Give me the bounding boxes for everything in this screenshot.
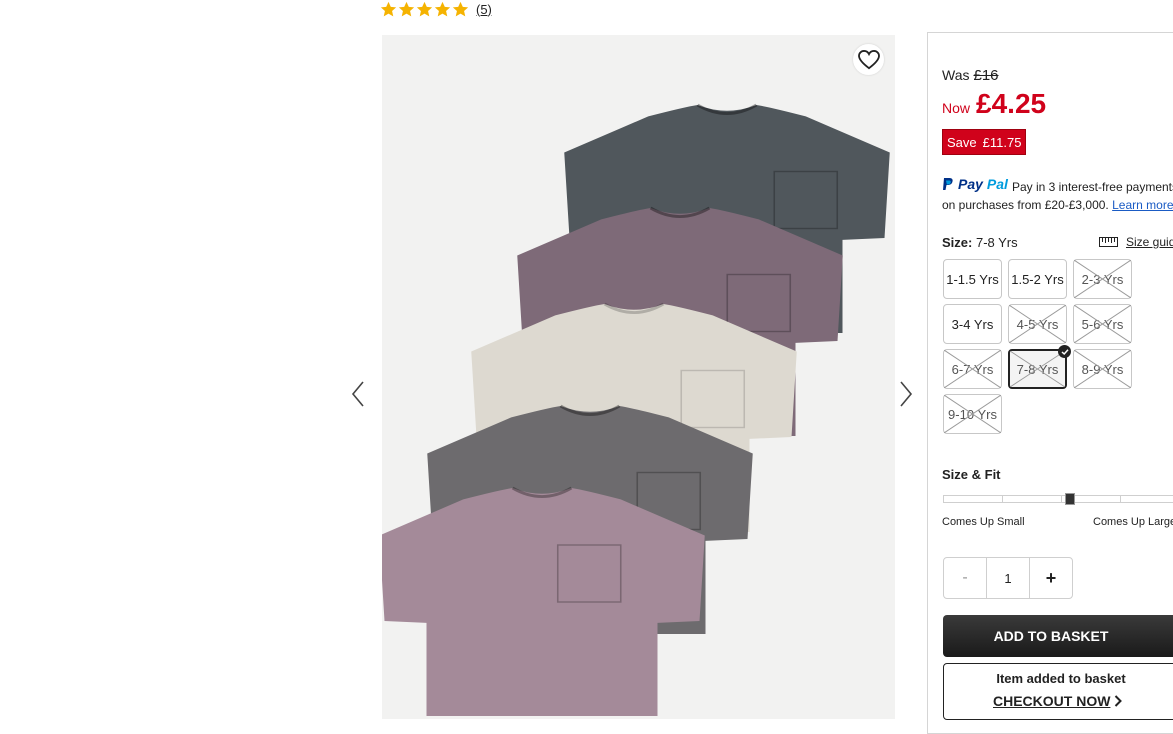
now-value: £4.25 (976, 88, 1047, 119)
rating: (5) (380, 0, 492, 18)
paypal-message: Pay Pal Pay in 3 interest-free payments o… (942, 175, 1173, 214)
save-label: Save (947, 134, 977, 150)
quantity-increase-button[interactable]: + (1030, 558, 1072, 598)
selected-check-icon (1058, 345, 1071, 358)
chevron-left-icon (351, 381, 364, 407)
paypal-logo: Pay Pal (942, 175, 1008, 193)
selected-size: 7-8 Yrs (975, 235, 1018, 250)
unavailable-cross-icon (1074, 260, 1131, 298)
size-option[interactable]: 6-7 Yrs (943, 349, 1002, 389)
chevron-right-icon (1115, 695, 1123, 707)
add-to-basket-label: ADD TO BASKET (993, 628, 1109, 644)
size-option[interactable]: 1-1.5 Yrs (943, 259, 1002, 299)
size-option[interactable]: 1.5-2 Yrs (1008, 259, 1067, 299)
shirt-pink (382, 486, 705, 716)
ruler-icon (1099, 237, 1118, 247)
product-image (382, 35, 895, 719)
unavailable-cross-icon (1009, 305, 1066, 343)
save-value: £11.75 (982, 134, 1022, 150)
heart-icon (857, 49, 880, 69)
size-option[interactable]: 8-9 Yrs (1073, 349, 1132, 389)
star-icon (452, 1, 469, 16)
chevron-right-icon (900, 381, 913, 407)
paypal-icon (943, 178, 953, 190)
size-heading: Size: 7-8 Yrs (942, 235, 1018, 250)
paypal-logo-text-1: Pay (958, 176, 983, 192)
size-fit-title: Size & Fit (942, 467, 1001, 482)
now-label: Now (942, 100, 971, 116)
star-icon (380, 1, 397, 16)
was-label: Was (942, 67, 970, 83)
checkout-now-label: CHECKOUT NOW (993, 693, 1111, 709)
fit-low-label: Comes Up Small (942, 516, 1025, 528)
fit-high-label: Comes Up Large (1093, 516, 1173, 528)
paypal-learn-more-link[interactable]: Learn more (1112, 198, 1173, 212)
size-option-label: 1-1.5 Yrs (946, 271, 999, 287)
previous-image-button[interactable] (348, 380, 368, 408)
size-option[interactable]: 2-3 Yrs (1073, 259, 1132, 299)
was-price: Was £16 (942, 67, 999, 84)
size-option-label: 1.5-2 Yrs (1011, 271, 1064, 287)
paypal-line-2: on purchases from £20-£3,000. (942, 198, 1109, 212)
item-added-text: Item added to basket (996, 671, 1126, 686)
item-added-notice: Item added to basket CHECKOUT NOW (943, 663, 1173, 720)
product-photo (382, 103, 890, 716)
star-icon (434, 1, 451, 16)
star-icon (398, 1, 415, 16)
unavailable-cross-icon (944, 350, 1001, 388)
quantity-stepper: - 1 + (943, 557, 1073, 599)
paypal-line-1: Pay in 3 interest-free payments (1011, 180, 1173, 194)
size-option[interactable]: 9-10 Yrs (943, 394, 1002, 434)
unavailable-cross-icon (1074, 305, 1131, 343)
review-count-link[interactable]: (5) (476, 2, 492, 17)
fit-scale (943, 495, 1173, 503)
next-image-button[interactable] (896, 380, 916, 408)
unavailable-cross-icon (944, 395, 1001, 433)
size-option-label: 3-4 Yrs (951, 316, 994, 332)
size-label: Size: (942, 235, 973, 250)
unavailable-cross-icon (1010, 351, 1065, 387)
quantity-value[interactable]: 1 (986, 558, 1030, 598)
star-icon (416, 1, 433, 16)
quantity-decrease-button[interactable]: - (944, 558, 986, 598)
paypal-logo-text-2: Pal (986, 176, 1008, 192)
size-option[interactable]: 7-8 Yrs (1008, 345, 1071, 389)
size-guide-label: Size guide (1126, 235, 1173, 249)
size-options: 1-1.5 Yrs 1.5-2 Yrs 2-3 Yrs 3-4 Yrs 4-5 Yrs5… (943, 259, 1134, 434)
add-to-basket-button[interactable]: ADD TO BASKET (943, 615, 1173, 657)
fit-indicator (1065, 493, 1075, 505)
save-badge: Save £11.75 (942, 129, 1027, 155)
size-option[interactable]: 5-6 Yrs (1073, 304, 1132, 344)
size-option[interactable]: 4-5 Yrs (1008, 304, 1067, 344)
now-price: Now £4.25 (942, 88, 1046, 120)
size-guide-link[interactable]: Size guide (1099, 235, 1173, 249)
wishlist-button[interactable] (853, 44, 884, 75)
was-value: £16 (973, 67, 999, 84)
size-option[interactable]: 3-4 Yrs (943, 304, 1002, 344)
checkout-now-link[interactable]: CHECKOUT NOW (993, 693, 1123, 709)
unavailable-cross-icon (1074, 350, 1131, 388)
